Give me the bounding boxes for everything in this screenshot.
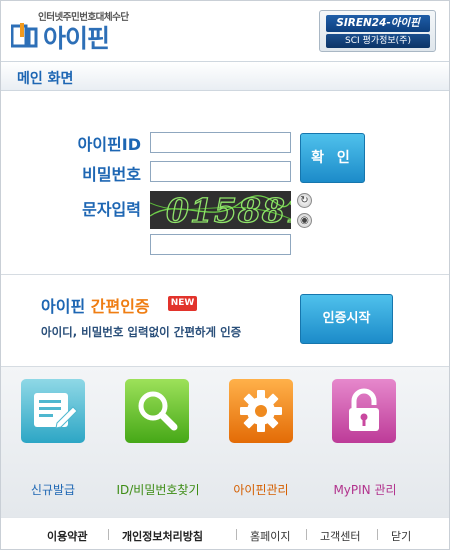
- simple-auth-section: 아이핀 간편인증 NEW 아이디, 비밀번호 입력없이 간편하게 인증 인증시작: [1, 276, 449, 367]
- window-frame: 인터넷주민번호대체수단 아이핀 SIREN24-아이핀 SCI 평가정보(주) …: [0, 0, 450, 550]
- captcha-input[interactable]: [150, 234, 291, 255]
- siren-badge-bottom: SCI 평가정보(주): [326, 34, 430, 48]
- gear-icon: [240, 390, 282, 432]
- password-input[interactable]: [150, 161, 291, 182]
- homepage-link[interactable]: 홈페이지: [250, 528, 290, 544]
- footer-divider: [306, 529, 307, 540]
- simple-auth-subtitle: 아이디, 비밀번호 입력없이 간편하게 인증: [41, 325, 242, 339]
- confirm-button[interactable]: 확 인: [300, 133, 365, 183]
- mypin-manage-label[interactable]: MyPIN 관리: [325, 481, 405, 498]
- siren24-badge: SIREN24-아이핀 SCI 평가정보(주): [319, 10, 436, 52]
- support-link[interactable]: 고객센터: [320, 528, 360, 544]
- document-edit-icon: [34, 393, 78, 429]
- mypin-manage-tile[interactable]: [332, 379, 396, 443]
- footer-divider: [108, 529, 109, 540]
- close-link[interactable]: 닫기: [391, 528, 411, 544]
- menu-tiles: 신규발급 ID/비밀번호찾기 아이핀관리 MyPIN 관리: [1, 367, 449, 517]
- terms-link[interactable]: 이용약관: [47, 528, 87, 544]
- simple-auth-title-blue: 아이핀: [41, 297, 86, 316]
- id-label: 아이핀ID: [77, 135, 141, 154]
- magnifier-icon: [138, 391, 178, 431]
- padlock-icon: [349, 388, 379, 431]
- header: 인터넷주민번호대체수단 아이핀 SIREN24-아이핀 SCI 평가정보(주): [1, 1, 449, 61]
- ipin-logo: 인터넷주민번호대체수단 아이핀: [11, 7, 211, 55]
- footer-divider: [377, 529, 378, 540]
- ipin-manage-label[interactable]: 아이핀관리: [221, 481, 301, 498]
- simple-auth-title-orange: 간편인증: [90, 297, 150, 316]
- simple-auth-title: 아이핀 간편인증: [41, 293, 150, 317]
- find-id-password-tile[interactable]: [125, 379, 189, 443]
- captcha-image: 015881: [150, 191, 291, 229]
- page-title: 메인 화면: [17, 71, 74, 87]
- refresh-icon[interactable]: ↻: [297, 193, 312, 208]
- login-section: 아이핀ID 비밀번호 확 인 문자입력 015881 ↻ ◉: [1, 92, 449, 275]
- captcha-text: 015881: [165, 191, 291, 229]
- privacy-link[interactable]: 개인정보처리방침: [122, 528, 203, 544]
- password-label: 비밀번호: [82, 165, 141, 184]
- ipin-manage-tile[interactable]: [229, 379, 293, 443]
- start-auth-button[interactable]: 인증시작: [300, 294, 393, 344]
- footer: 이용약관 개인정보처리방침 홈페이지 고객센터 닫기: [1, 517, 449, 549]
- new-issue-label[interactable]: 신규발급: [21, 481, 85, 498]
- logo-mark-icon: [11, 23, 38, 48]
- title-bar: 메인 화면: [1, 61, 449, 91]
- id-input[interactable]: [150, 132, 291, 153]
- find-id-password-label[interactable]: ID/비밀번호찾기: [111, 481, 205, 498]
- logo-text: 아이핀: [43, 24, 110, 53]
- new-issue-tile[interactable]: [21, 379, 85, 443]
- audio-icon[interactable]: ◉: [297, 213, 312, 228]
- new-badge: NEW: [168, 296, 197, 311]
- footer-divider: [236, 529, 237, 540]
- siren-badge-top: SIREN24-아이핀: [326, 15, 430, 32]
- captcha-label: 문자입력: [82, 200, 141, 219]
